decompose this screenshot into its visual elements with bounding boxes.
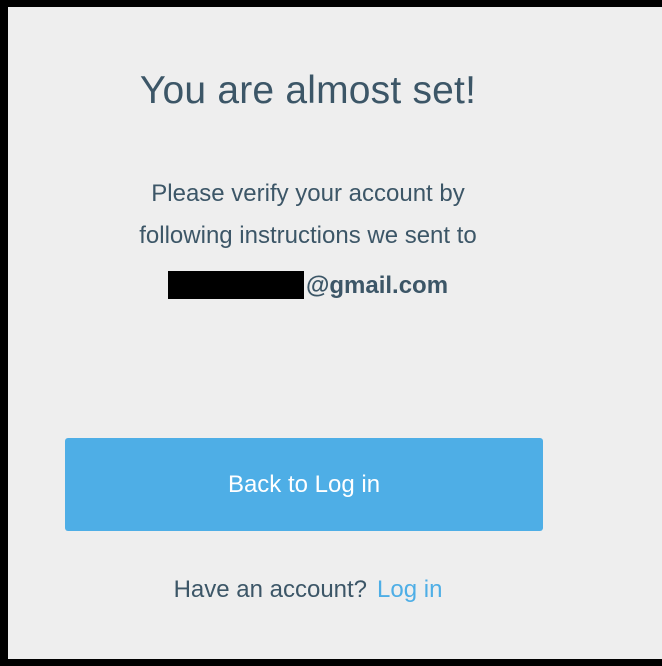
email-domain: @gmail.com (305, 272, 449, 299)
have-account-text: Have an account? (173, 576, 368, 603)
message-line-2: following instructions we sent to (139, 222, 477, 249)
message-line-1: Please verify your account by (151, 180, 465, 207)
verification-message: Please verify your account by following … (8, 173, 608, 257)
redacted-email-username (167, 271, 304, 299)
login-link[interactable]: Log in (377, 576, 442, 603)
verification-card: You are almost set! Please verify your a… (8, 7, 662, 659)
email-address: @gmail.com (8, 269, 608, 303)
page-title: You are almost set! (139, 69, 477, 112)
back-to-login-button[interactable]: Back to Log in (65, 438, 543, 531)
login-prompt: Have an account? Log in (8, 573, 608, 607)
